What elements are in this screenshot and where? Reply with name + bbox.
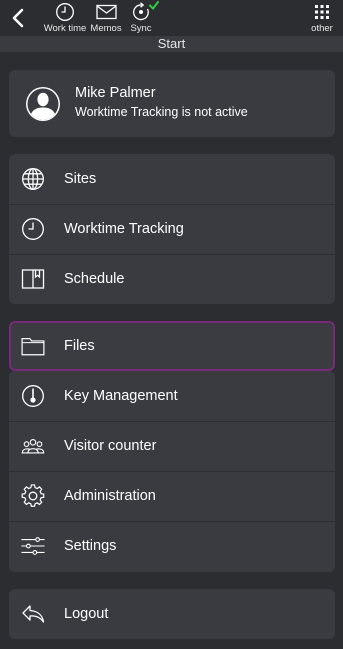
other-button[interactable]: other (309, 2, 335, 36)
menu-item-logout[interactable]: Logout (9, 589, 335, 639)
grid-icon (315, 5, 329, 19)
menu-group-admin: Key Management Visitor counter Administr… (9, 371, 335, 572)
logout-icon (22, 605, 45, 623)
envelope-icon (95, 4, 117, 20)
memos-button[interactable]: Memos (89, 2, 123, 36)
check-icon (149, 1, 159, 10)
menu-item-label: Schedule (64, 271, 125, 287)
book-icon (21, 269, 45, 289)
profile-name: Mike Palmer (75, 85, 156, 101)
sync-button[interactable]: Sync (128, 1, 159, 36)
avatar (26, 87, 60, 121)
menu-item-label: Sites (64, 171, 97, 187)
menu-item-label: Administration (64, 488, 156, 504)
sync-icon (133, 2, 149, 21)
profile-card[interactable]: Mike Palmer Worktime Tracking is not act… (9, 70, 335, 137)
back-button[interactable] (6, 4, 30, 32)
menu-item-worktime-tracking[interactable]: Worktime Tracking (9, 204, 335, 254)
menu-item-label: Settings (64, 538, 117, 554)
clock-icon (22, 218, 44, 240)
gear-icon (21, 484, 45, 507)
menu-item-visitor-counter[interactable]: Visitor counter (9, 421, 335, 471)
menu-item-schedule[interactable]: Schedule (9, 254, 335, 304)
top-bar: Work time Memos Sync other (0, 0, 343, 36)
other-label: other (311, 23, 333, 34)
menu-item-label: Visitor counter (64, 438, 157, 454)
visitors-icon (21, 438, 45, 454)
worktime-label: Work time (43, 23, 87, 34)
key-icon (22, 385, 44, 407)
memos-label: Memos (90, 23, 122, 34)
menu-item-label: Files (64, 338, 95, 354)
menu-item-label: Logout (64, 606, 109, 622)
menu-item-key-management[interactable]: Key Management (9, 371, 335, 421)
menu-item-label: Worktime Tracking (64, 221, 184, 237)
profile-status: Worktime Tracking is not active (75, 105, 248, 119)
menu-group-main: Sites Worktime Tracking Schedule (9, 154, 335, 304)
folder-icon (21, 338, 45, 356)
menu-item-settings[interactable]: Settings (9, 521, 335, 571)
page-title: Start (0, 36, 343, 52)
globe-icon (22, 168, 44, 190)
menu-item-files[interactable]: Files (9, 321, 335, 371)
sync-label: Sync (130, 23, 152, 34)
menu-item-sites[interactable]: Sites (9, 154, 335, 204)
clock-icon (56, 3, 74, 21)
menu-item-administration[interactable]: Administration (9, 471, 335, 521)
worktime-button[interactable]: Work time (44, 2, 86, 36)
menu-item-label: Key Management (64, 388, 178, 404)
logout-button[interactable]: Logout (9, 589, 335, 639)
sliders-icon (21, 537, 45, 555)
chevron-left-icon (12, 8, 24, 28)
